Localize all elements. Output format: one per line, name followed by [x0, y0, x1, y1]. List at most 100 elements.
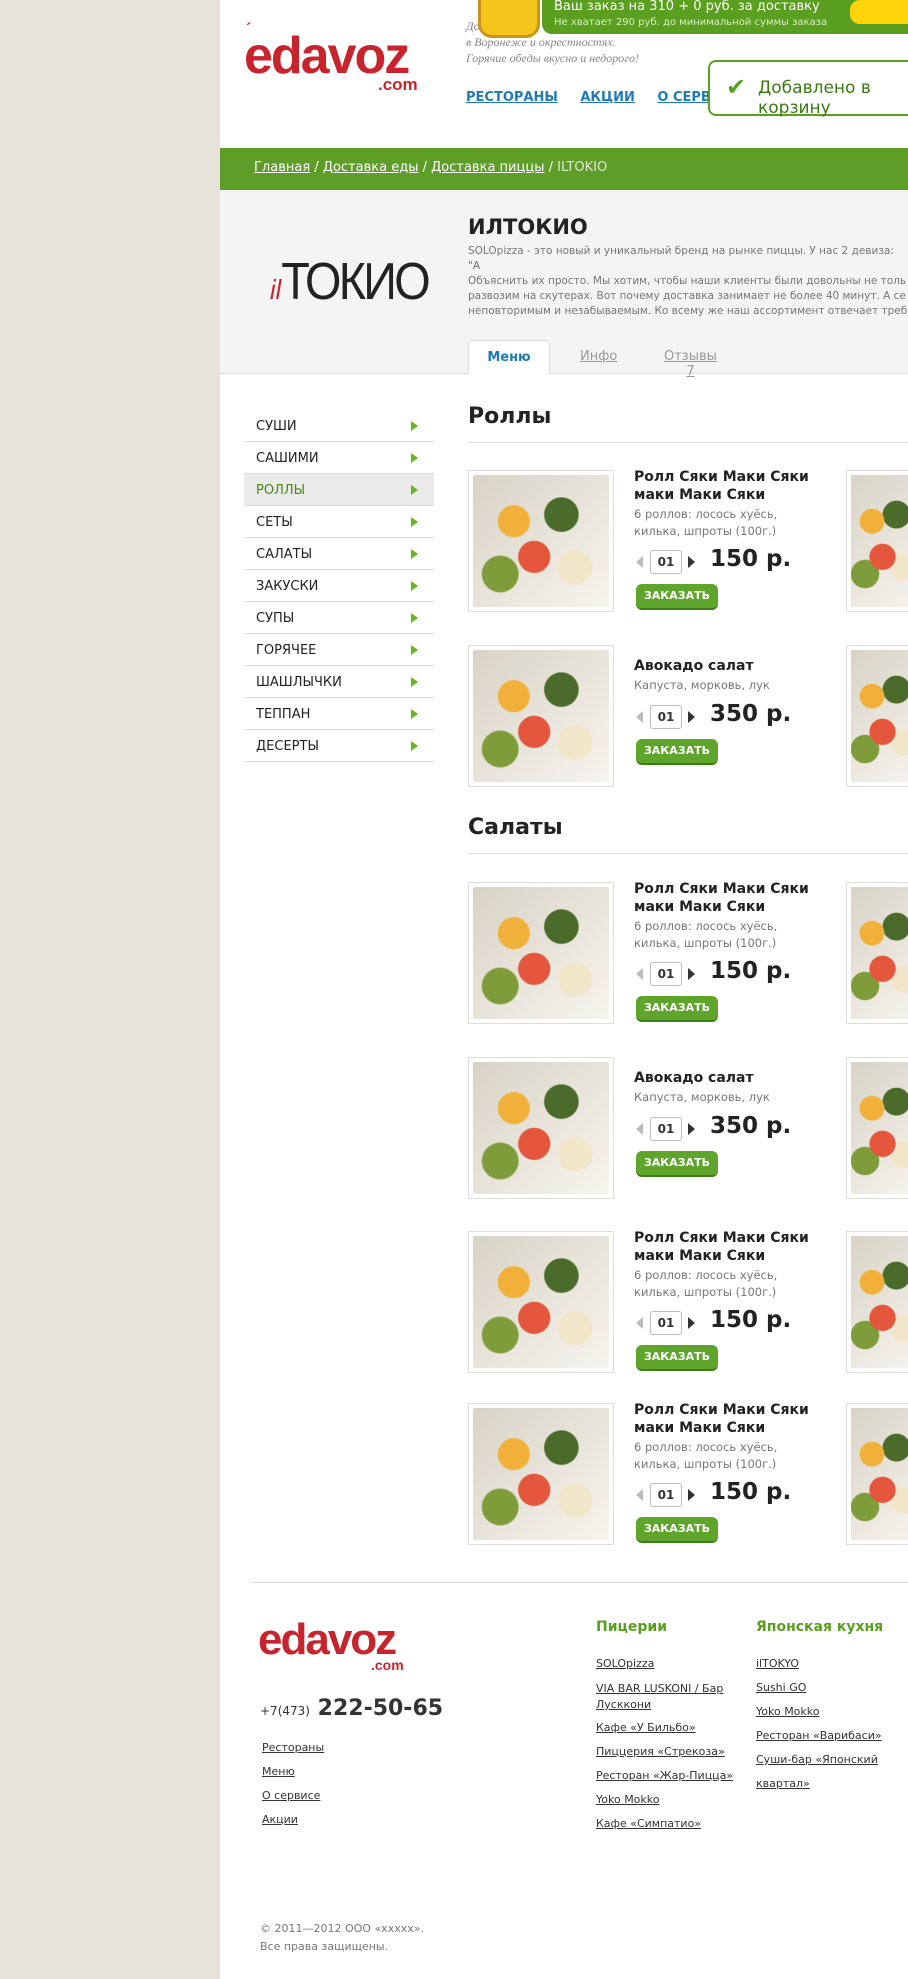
checkout-button[interactable]: [850, 0, 908, 24]
sidebar-item-sets[interactable]: СЕТЫ: [244, 506, 434, 538]
sidebar-item-sashimi[interactable]: САШИМИ: [244, 442, 434, 474]
quantity-input[interactable]: 01: [650, 550, 682, 574]
footer-japan-link[interactable]: Sushi GO: [756, 1681, 806, 1694]
product-description: 6 роллов: лосось хуёсь, килька, шпроты (…: [634, 1440, 778, 1471]
tab-reviews[interactable]: Отзывы 7: [664, 340, 717, 379]
product-price: 150 р.: [710, 958, 792, 984]
decrement-icon[interactable]: [636, 1123, 643, 1135]
product-image[interactable]: [846, 1403, 908, 1545]
footer-pizza-link[interactable]: VIA BAR LUSKONI / Бар Лусккони: [596, 1681, 736, 1713]
section-title: Роллы: [468, 404, 552, 429]
increment-icon[interactable]: [688, 1317, 695, 1329]
footer-japan-link[interactable]: квартал»: [756, 1777, 810, 1790]
nav-restaurants[interactable]: РЕСТОРАНЫ: [466, 90, 558, 105]
decrement-icon[interactable]: [636, 1489, 643, 1501]
crumb-pizza[interactable]: Доставка пиццы: [431, 160, 544, 175]
tab-menu[interactable]: Меню: [468, 340, 550, 374]
footer-link-about[interactable]: О сервисе: [262, 1789, 320, 1802]
quantity-input[interactable]: 01: [650, 705, 682, 729]
footer-pizza-title: Пицерии: [596, 1619, 668, 1635]
product-image[interactable]: [846, 1057, 908, 1199]
sidebar-item-sushi[interactable]: СУШИ: [244, 410, 434, 442]
restaurant-logo: ilТОКИО: [270, 252, 431, 312]
product-name[interactable]: Ролл Сяки Маки Сяки маки Маки Сяки: [634, 1401, 812, 1437]
restaurant-logo-il: il: [270, 274, 282, 305]
quantity-input[interactable]: 01: [650, 962, 682, 986]
arrow-right-icon: [411, 741, 418, 751]
sidebar-item-soups[interactable]: СУПЫ: [244, 602, 434, 634]
product-image[interactable]: [468, 882, 614, 1024]
footer-japan-link[interactable]: ilTOKYO: [756, 1657, 799, 1670]
sidebar-item-hot[interactable]: ГОРЯЧЕЕ: [244, 634, 434, 666]
footer-pizza-link[interactable]: Yoko Mokko: [596, 1793, 660, 1806]
decrement-icon[interactable]: [636, 711, 643, 723]
sidebar-item-teppan[interactable]: ТЕППАН: [244, 698, 434, 730]
nav-promotions[interactable]: АКЦИИ: [580, 90, 635, 105]
footer-pizza-link[interactable]: Кафе «У Бильбо»: [596, 1721, 696, 1734]
order-button[interactable]: ЗАКАЗАТЬ: [636, 1345, 718, 1371]
sidebar-item-desserts[interactable]: ДЕСЕРТЫ: [244, 730, 434, 762]
footer-link-menu[interactable]: Меню: [262, 1765, 295, 1778]
increment-icon[interactable]: [688, 968, 695, 980]
sushi-photo: [473, 650, 609, 782]
product-image[interactable]: [468, 645, 614, 787]
order-button[interactable]: ЗАКАЗАТЬ: [636, 1517, 718, 1543]
product-image[interactable]: [846, 645, 908, 787]
sidebar-item-salads[interactable]: САЛАТЫ: [244, 538, 434, 570]
product-name[interactable]: Авокадо салат: [634, 1069, 812, 1087]
sidebar-item-rolls[interactable]: РОЛЛЫ: [244, 474, 434, 506]
order-button[interactable]: ЗАКАЗАТЬ: [636, 739, 718, 765]
product-image[interactable]: [846, 470, 908, 612]
footer-pizza-link[interactable]: Пиццерия «Стрекоза»: [596, 1745, 725, 1758]
crumb-food[interactable]: Доставка еды: [323, 160, 419, 175]
sidebar-item-label: СЕТЫ: [256, 515, 293, 530]
decrement-icon[interactable]: [636, 968, 643, 980]
sidebar-item-kebabs[interactable]: ШАШЛЫЧКИ: [244, 666, 434, 698]
footer-link-promotions[interactable]: Акции: [262, 1813, 298, 1826]
product-image[interactable]: [846, 882, 908, 1024]
decrement-icon[interactable]: [636, 1317, 643, 1329]
quantity-input[interactable]: 01: [650, 1117, 682, 1141]
order-button[interactable]: ЗАКАЗАТЬ: [636, 584, 718, 610]
quantity-input[interactable]: 01: [650, 1483, 682, 1507]
product-name[interactable]: Авокадо салат: [634, 657, 812, 675]
sushi-photo: [473, 887, 609, 1019]
product-image[interactable]: [468, 470, 614, 612]
arrow-right-icon: [411, 485, 418, 495]
tab-info[interactable]: Инфо: [580, 340, 617, 374]
sidebar-item-snacks[interactable]: ЗАКУСКИ: [244, 570, 434, 602]
decrement-icon[interactable]: [636, 556, 643, 568]
increment-icon[interactable]: [688, 1489, 695, 1501]
product-name[interactable]: Ролл Сяки Маки Сяки маки Маки Сяки: [634, 468, 812, 504]
product-name[interactable]: Ролл Сяки Маки Сяки маки Маки Сяки: [634, 880, 812, 916]
increment-icon[interactable]: [688, 556, 695, 568]
product-description: Капуста, морковь, лук: [634, 1090, 770, 1104]
restaurant-description: SOLOpizza - это новый и уникальный бренд…: [468, 245, 908, 317]
footer-japan-link[interactable]: Ресторан «Варибаси»: [756, 1729, 882, 1742]
footer-japan-link[interactable]: Yoko Mokko: [756, 1705, 820, 1718]
sushi-photo: [851, 887, 908, 1019]
crumb-home[interactable]: Главная: [254, 160, 310, 175]
order-button[interactable]: ЗАКАЗАТЬ: [636, 1151, 718, 1177]
footer-logo[interactable]: edavoz .com: [258, 1618, 404, 1673]
site-logo[interactable]: ´ edavoz .com: [244, 22, 418, 94]
increment-icon[interactable]: [688, 1123, 695, 1135]
order-button[interactable]: ЗАКАЗАТЬ: [636, 996, 718, 1022]
product-image[interactable]: [468, 1403, 614, 1545]
product-image[interactable]: [468, 1231, 614, 1373]
footer-link-restaurants[interactable]: Рестораны: [262, 1741, 324, 1754]
page: ´ edavoz .com Доставка еды в Воронеже и …: [220, 0, 908, 1979]
product-image[interactable]: [846, 1231, 908, 1373]
product-name[interactable]: Ролл Сяки Маки Сяки маки Маки Сяки: [634, 1229, 812, 1265]
footer-japan-link[interactable]: Суши-бар «Японский: [756, 1753, 878, 1766]
sidebar-item-label: ШАШЛЫЧКИ: [256, 675, 342, 690]
restaurant-name: ИЛТОКИО: [468, 215, 588, 239]
arrow-right-icon: [411, 453, 418, 463]
increment-icon[interactable]: [688, 711, 695, 723]
footer-pizza-link[interactable]: SOLOpizza: [596, 1657, 654, 1670]
footer-pizza-link[interactable]: Кафе «Симпатио»: [596, 1817, 701, 1830]
footer-pizza-link[interactable]: Ресторан «Жар-Пицца»: [596, 1769, 733, 1782]
product-image[interactable]: [468, 1057, 614, 1199]
quantity-input[interactable]: 01: [650, 1311, 682, 1335]
product-description: Капуста, морковь, лук: [634, 678, 770, 692]
